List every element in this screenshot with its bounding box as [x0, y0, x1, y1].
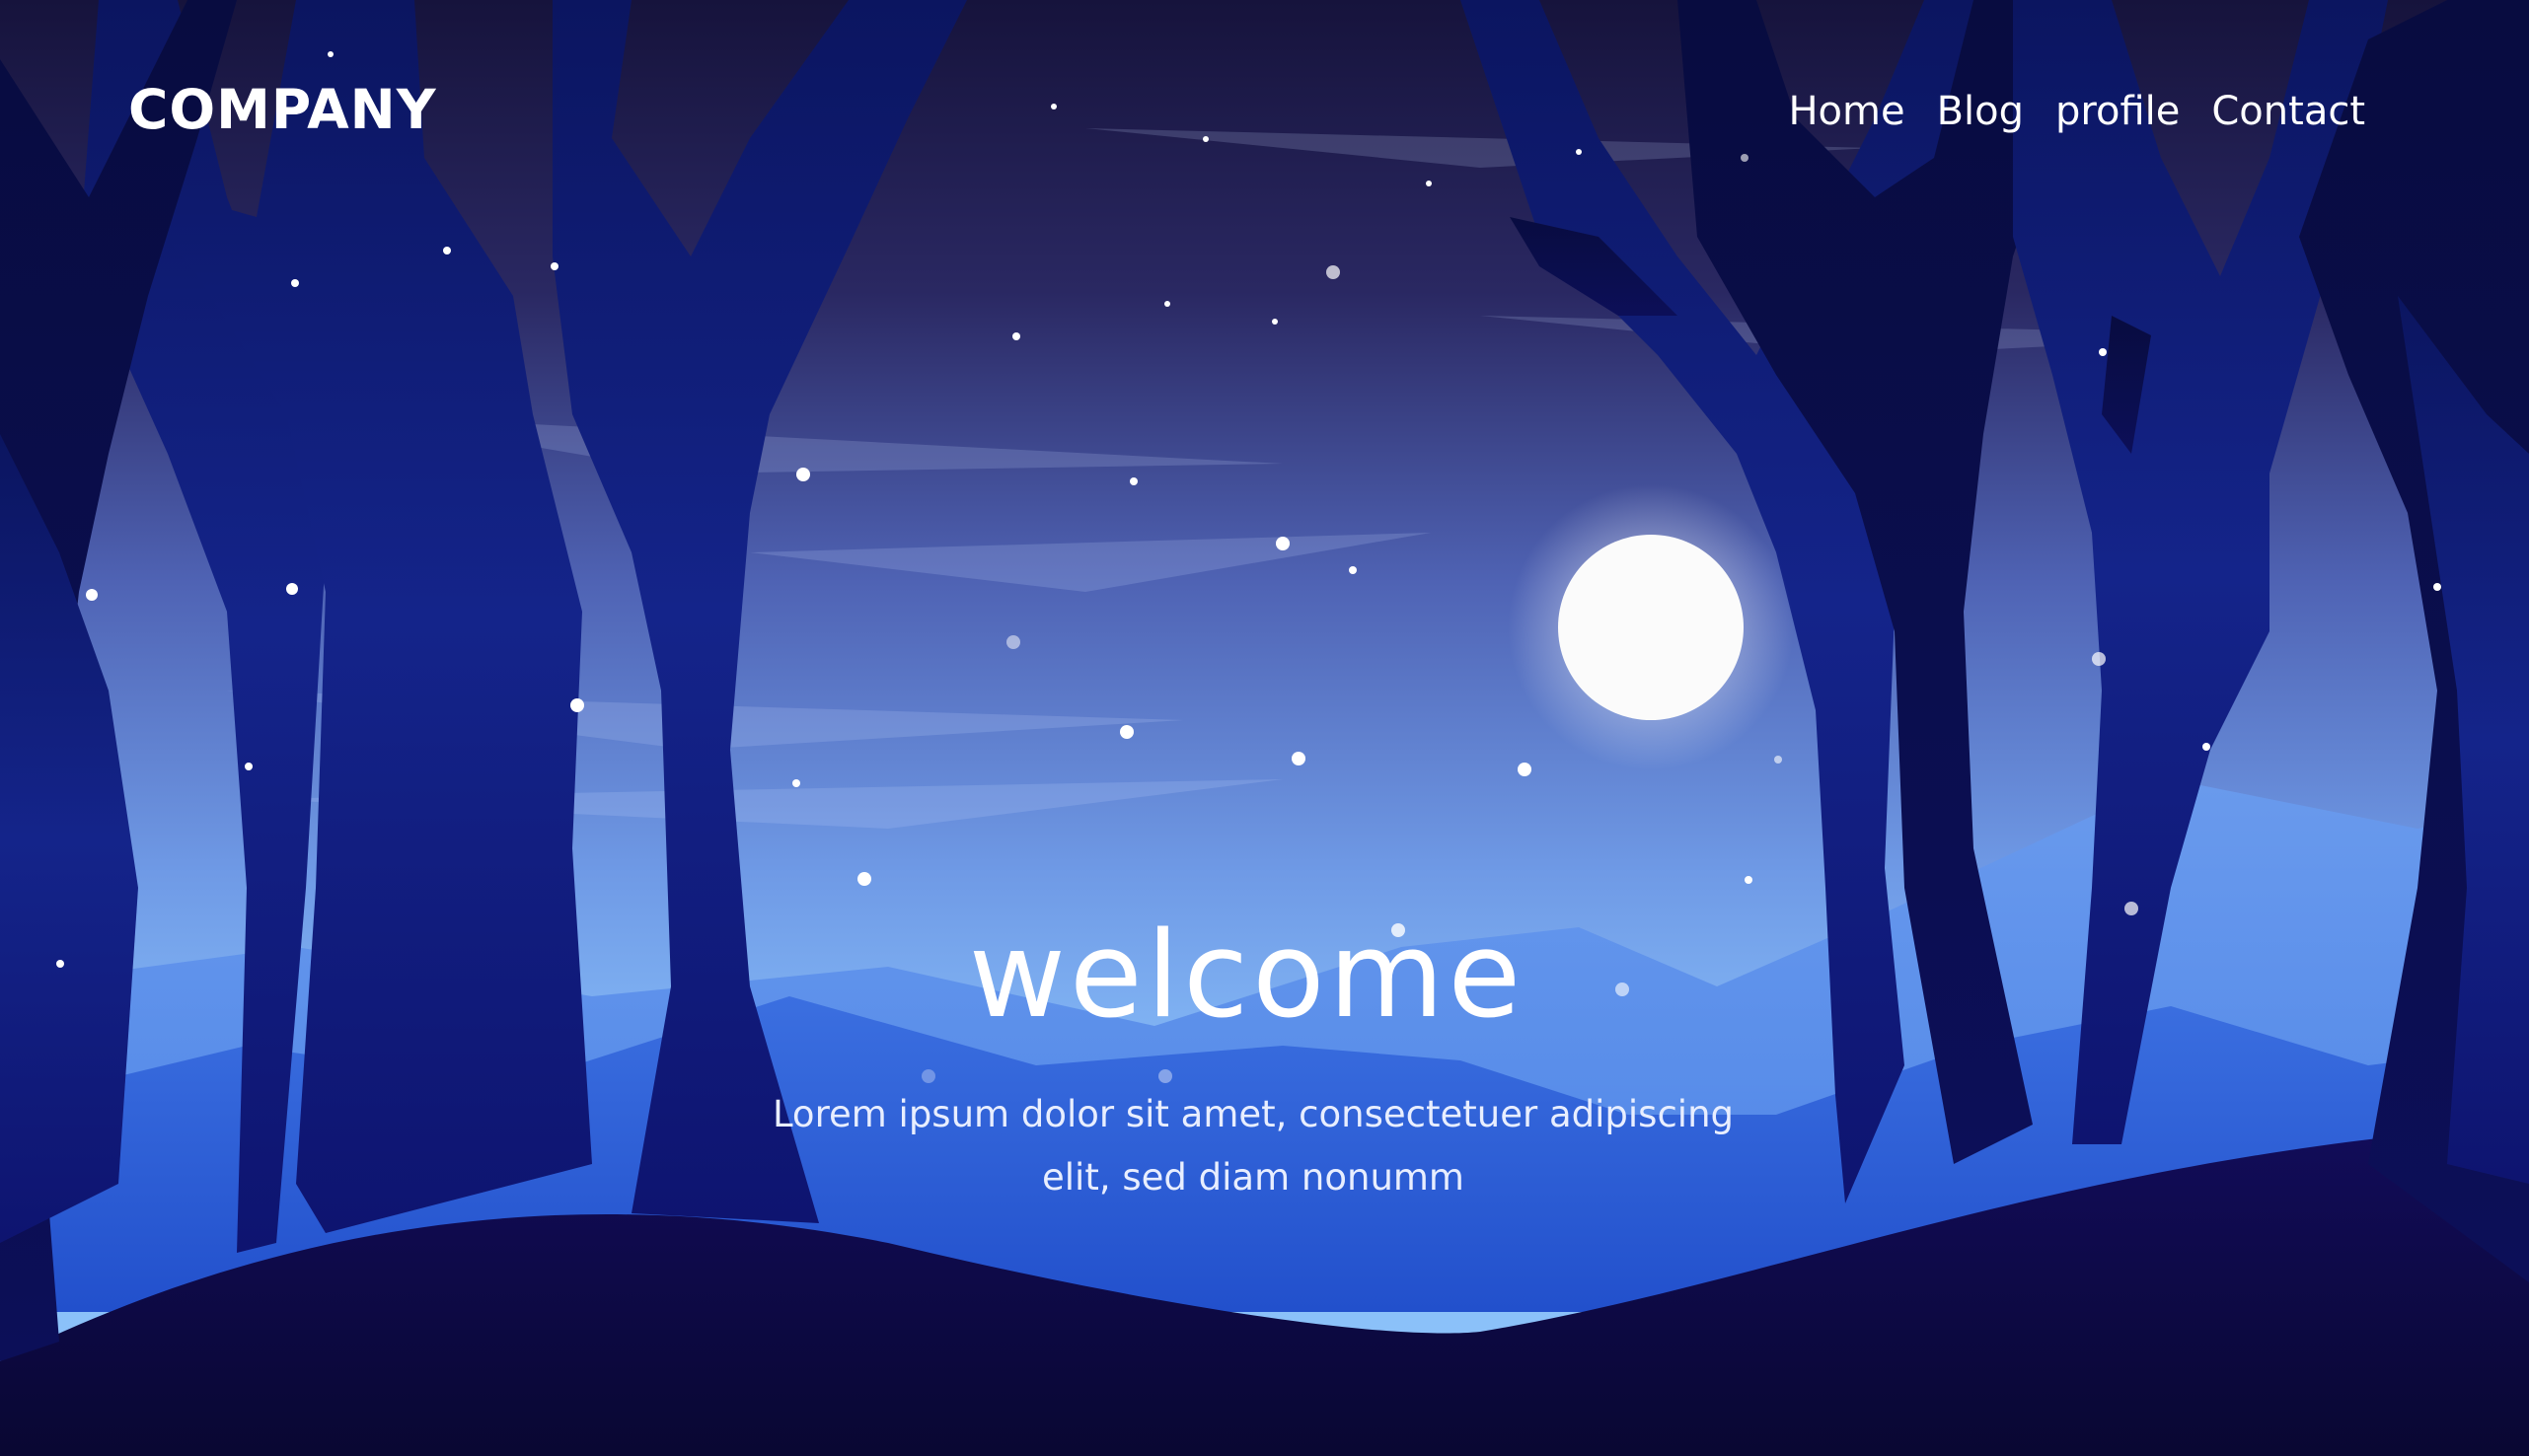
company-logo[interactable]: COMPANY [128, 75, 437, 144]
night-forest-illustration [0, 0, 2529, 1456]
nav-link-profile[interactable]: profile [2040, 77, 2195, 146]
nav-link-contact[interactable]: Contact [2195, 77, 2381, 146]
moon [1508, 484, 1794, 770]
landing-page: COMPANY Home Blog profile Contact welcom… [0, 0, 2529, 1456]
main-nav: Home Blog profile Contact [1747, 77, 2381, 146]
hero-subtitle: Lorem ipsum dolor sit amet, consectetuer… [772, 1093, 1735, 1199]
hero-title: welcome [0, 908, 2529, 1046]
nav-link-home[interactable]: Home [1772, 77, 1920, 146]
nav-link-blog[interactable]: Blog [1921, 77, 2040, 146]
hero-title-text: welcome [968, 908, 1525, 1045]
